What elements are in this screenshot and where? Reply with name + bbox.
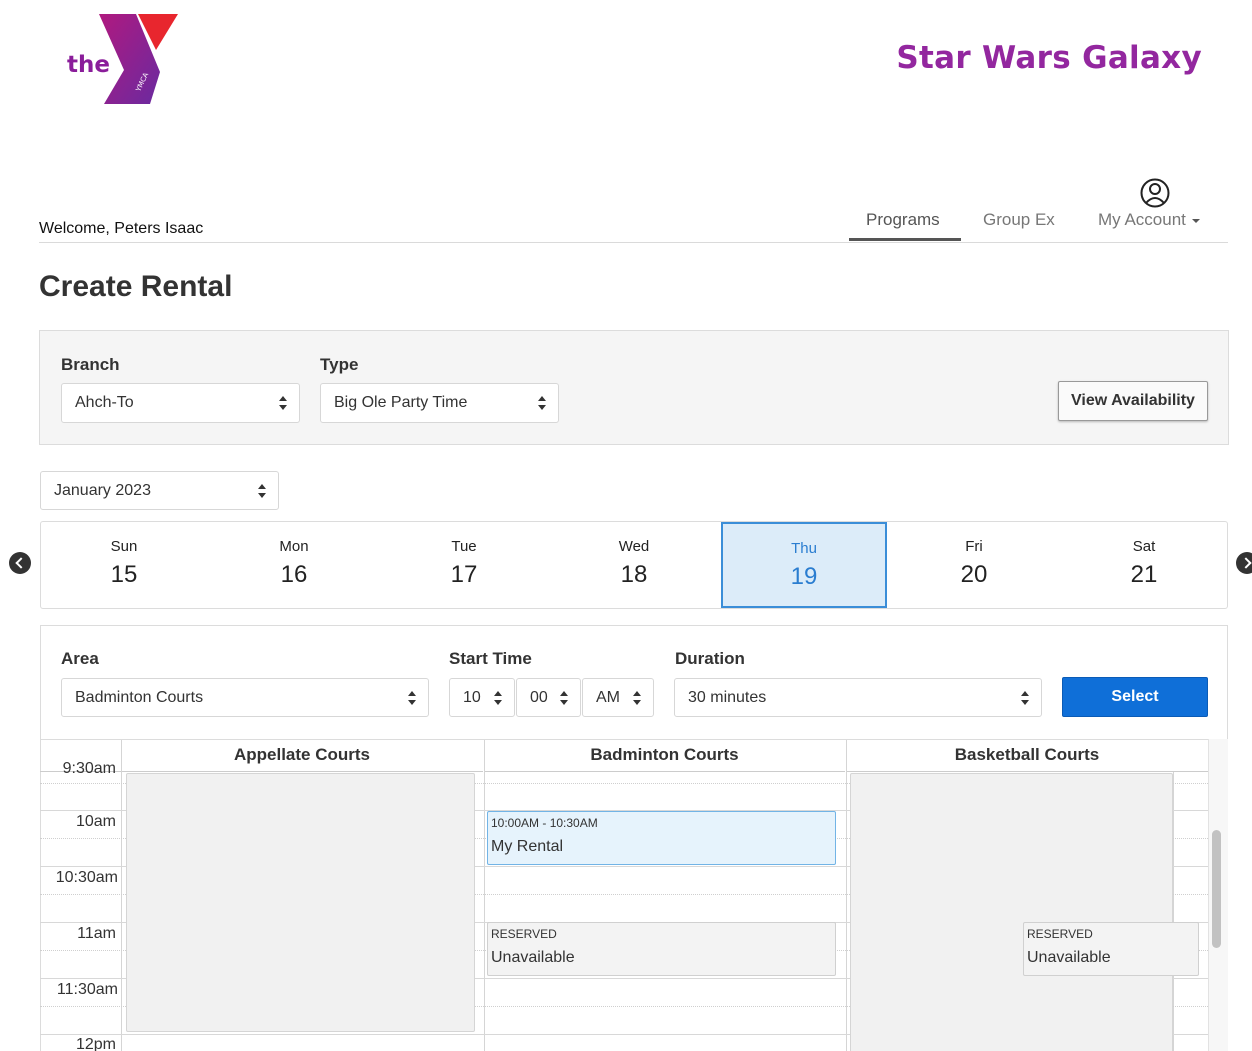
select-arrows-icon [1021,691,1029,705]
caret-down-icon [1191,218,1200,223]
nav-divider [39,242,1228,243]
day-mon[interactable]: Mon 16 [211,522,377,608]
select-button[interactable]: Select [1062,677,1208,717]
select-arrows-icon [279,396,287,410]
day-number: 19 [790,563,818,590]
day-fri[interactable]: Fri 20 [891,522,1057,608]
nav-active-indicator [849,238,961,241]
type-select-value: Big Ole Party Time [334,394,468,411]
day-number: 21 [1130,561,1158,588]
branch-label: Branch [61,355,120,374]
column-divider [484,740,485,1051]
nav-my-account-label: My Account [1098,210,1186,229]
time-label: 12pm [75,1036,116,1051]
start-ampm-select[interactable]: AM [582,678,654,717]
event-title: Unavailable [1027,949,1111,966]
day-name: Wed [618,538,650,555]
previous-week-icon[interactable] [9,552,31,574]
nav-programs[interactable]: Programs [866,210,940,230]
day-number: 15 [110,561,138,588]
day-name: Tue [451,538,477,555]
type-select[interactable]: Big Ole Party Time [320,383,559,423]
duration-select[interactable]: 30 minutes [674,678,1042,717]
area-select[interactable]: Badminton Courts [61,678,429,717]
day-number: 18 [620,561,648,588]
day-number: 20 [960,561,988,588]
start-hour-select[interactable]: 10 [449,678,515,717]
start-ampm-value: AM [596,688,620,706]
event-status: RESERVED [1027,927,1093,941]
unavailable-block-appellate [126,773,475,1032]
select-arrows-icon [408,691,416,705]
event-time-range: 10:00AM - 10:30AM [491,816,598,830]
view-availability-button[interactable]: View Availability [1058,381,1208,421]
day-thu-selected[interactable]: Thu 19 [721,522,887,608]
select-arrows-icon [633,691,641,705]
page-title: Create Rental [39,270,233,303]
nav-group-ex[interactable]: Group Ex [983,210,1055,230]
day-name: Thu [791,540,817,557]
day-sat[interactable]: Sat 21 [1061,522,1227,608]
next-week-icon[interactable] [1236,552,1252,574]
month-select-value: January 2023 [54,481,151,499]
schedule-grid: Appellate Courts Badminton Courts Basket… [40,739,1208,1051]
start-minute-value: 00 [530,688,548,706]
column-divider [846,740,847,1051]
column-header-basketball: Basketball Courts [846,740,1208,772]
schedule-scrollbar-thumb[interactable] [1212,830,1221,948]
start-minute-select[interactable]: 00 [516,678,581,717]
day-name: Mon [279,538,309,555]
area-select-value: Badminton Courts [75,688,204,706]
column-header-badminton: Badminton Courts [484,740,845,772]
unavailable-block-basketball [850,773,1173,1051]
day-number: 17 [450,561,478,588]
day-name: Sat [1132,538,1156,555]
select-arrows-icon [538,396,546,410]
branch-select[interactable]: Ahch-To [61,383,300,423]
time-label: 10am [75,813,116,830]
event-title: Unavailable [491,949,575,966]
select-arrows-icon [494,691,502,705]
ymca-logo[interactable]: the YMCA [64,12,194,108]
column-divider [1173,772,1174,1051]
month-select[interactable]: January 2023 [40,471,279,510]
ymca-y-icon: YMCA [99,14,178,104]
select-arrows-icon [560,691,568,705]
branch-select-value: Ahch-To [75,394,134,411]
start-time-label: Start Time [449,649,532,668]
time-label: 9:30am [62,760,116,777]
column-header-appellate: Appellate Courts [121,740,483,772]
welcome-message: Welcome, Peters Isaac [39,220,204,237]
day-name: Fri [965,538,983,555]
event-status: RESERVED [491,927,557,941]
reserved-event: RESERVED Unavailable [487,922,836,976]
day-sun[interactable]: Sun 15 [41,522,207,608]
time-label: 10:30am [55,869,118,886]
brand-title: Star Wars Galaxy [896,40,1202,76]
week-strip: Sun 15 Mon 16 Tue 17 Wed 18 Thu 19 Fri 2… [40,521,1228,609]
time-label: 11:30am [56,981,118,998]
day-number: 16 [280,561,308,588]
event-title: My Rental [491,838,564,855]
time-label: 11am [77,925,116,942]
my-rental-event[interactable]: 10:00AM - 10:30AM My Rental [487,811,836,865]
duration-label: Duration [675,649,745,668]
day-name: Sun [110,538,138,555]
start-hour-value: 10 [463,688,481,706]
day-tue[interactable]: Tue 17 [381,522,547,608]
duration-select-value: 30 minutes [688,688,767,706]
user-icon[interactable] [1139,178,1171,208]
column-divider [121,740,122,1051]
select-arrows-icon [258,484,266,498]
reserved-event: RESERVED Unavailable [1023,922,1199,976]
nav-my-account[interactable]: My Account [1098,210,1200,230]
area-label: Area [61,649,99,668]
type-label: Type [320,355,359,374]
day-wed[interactable]: Wed 18 [551,522,717,608]
